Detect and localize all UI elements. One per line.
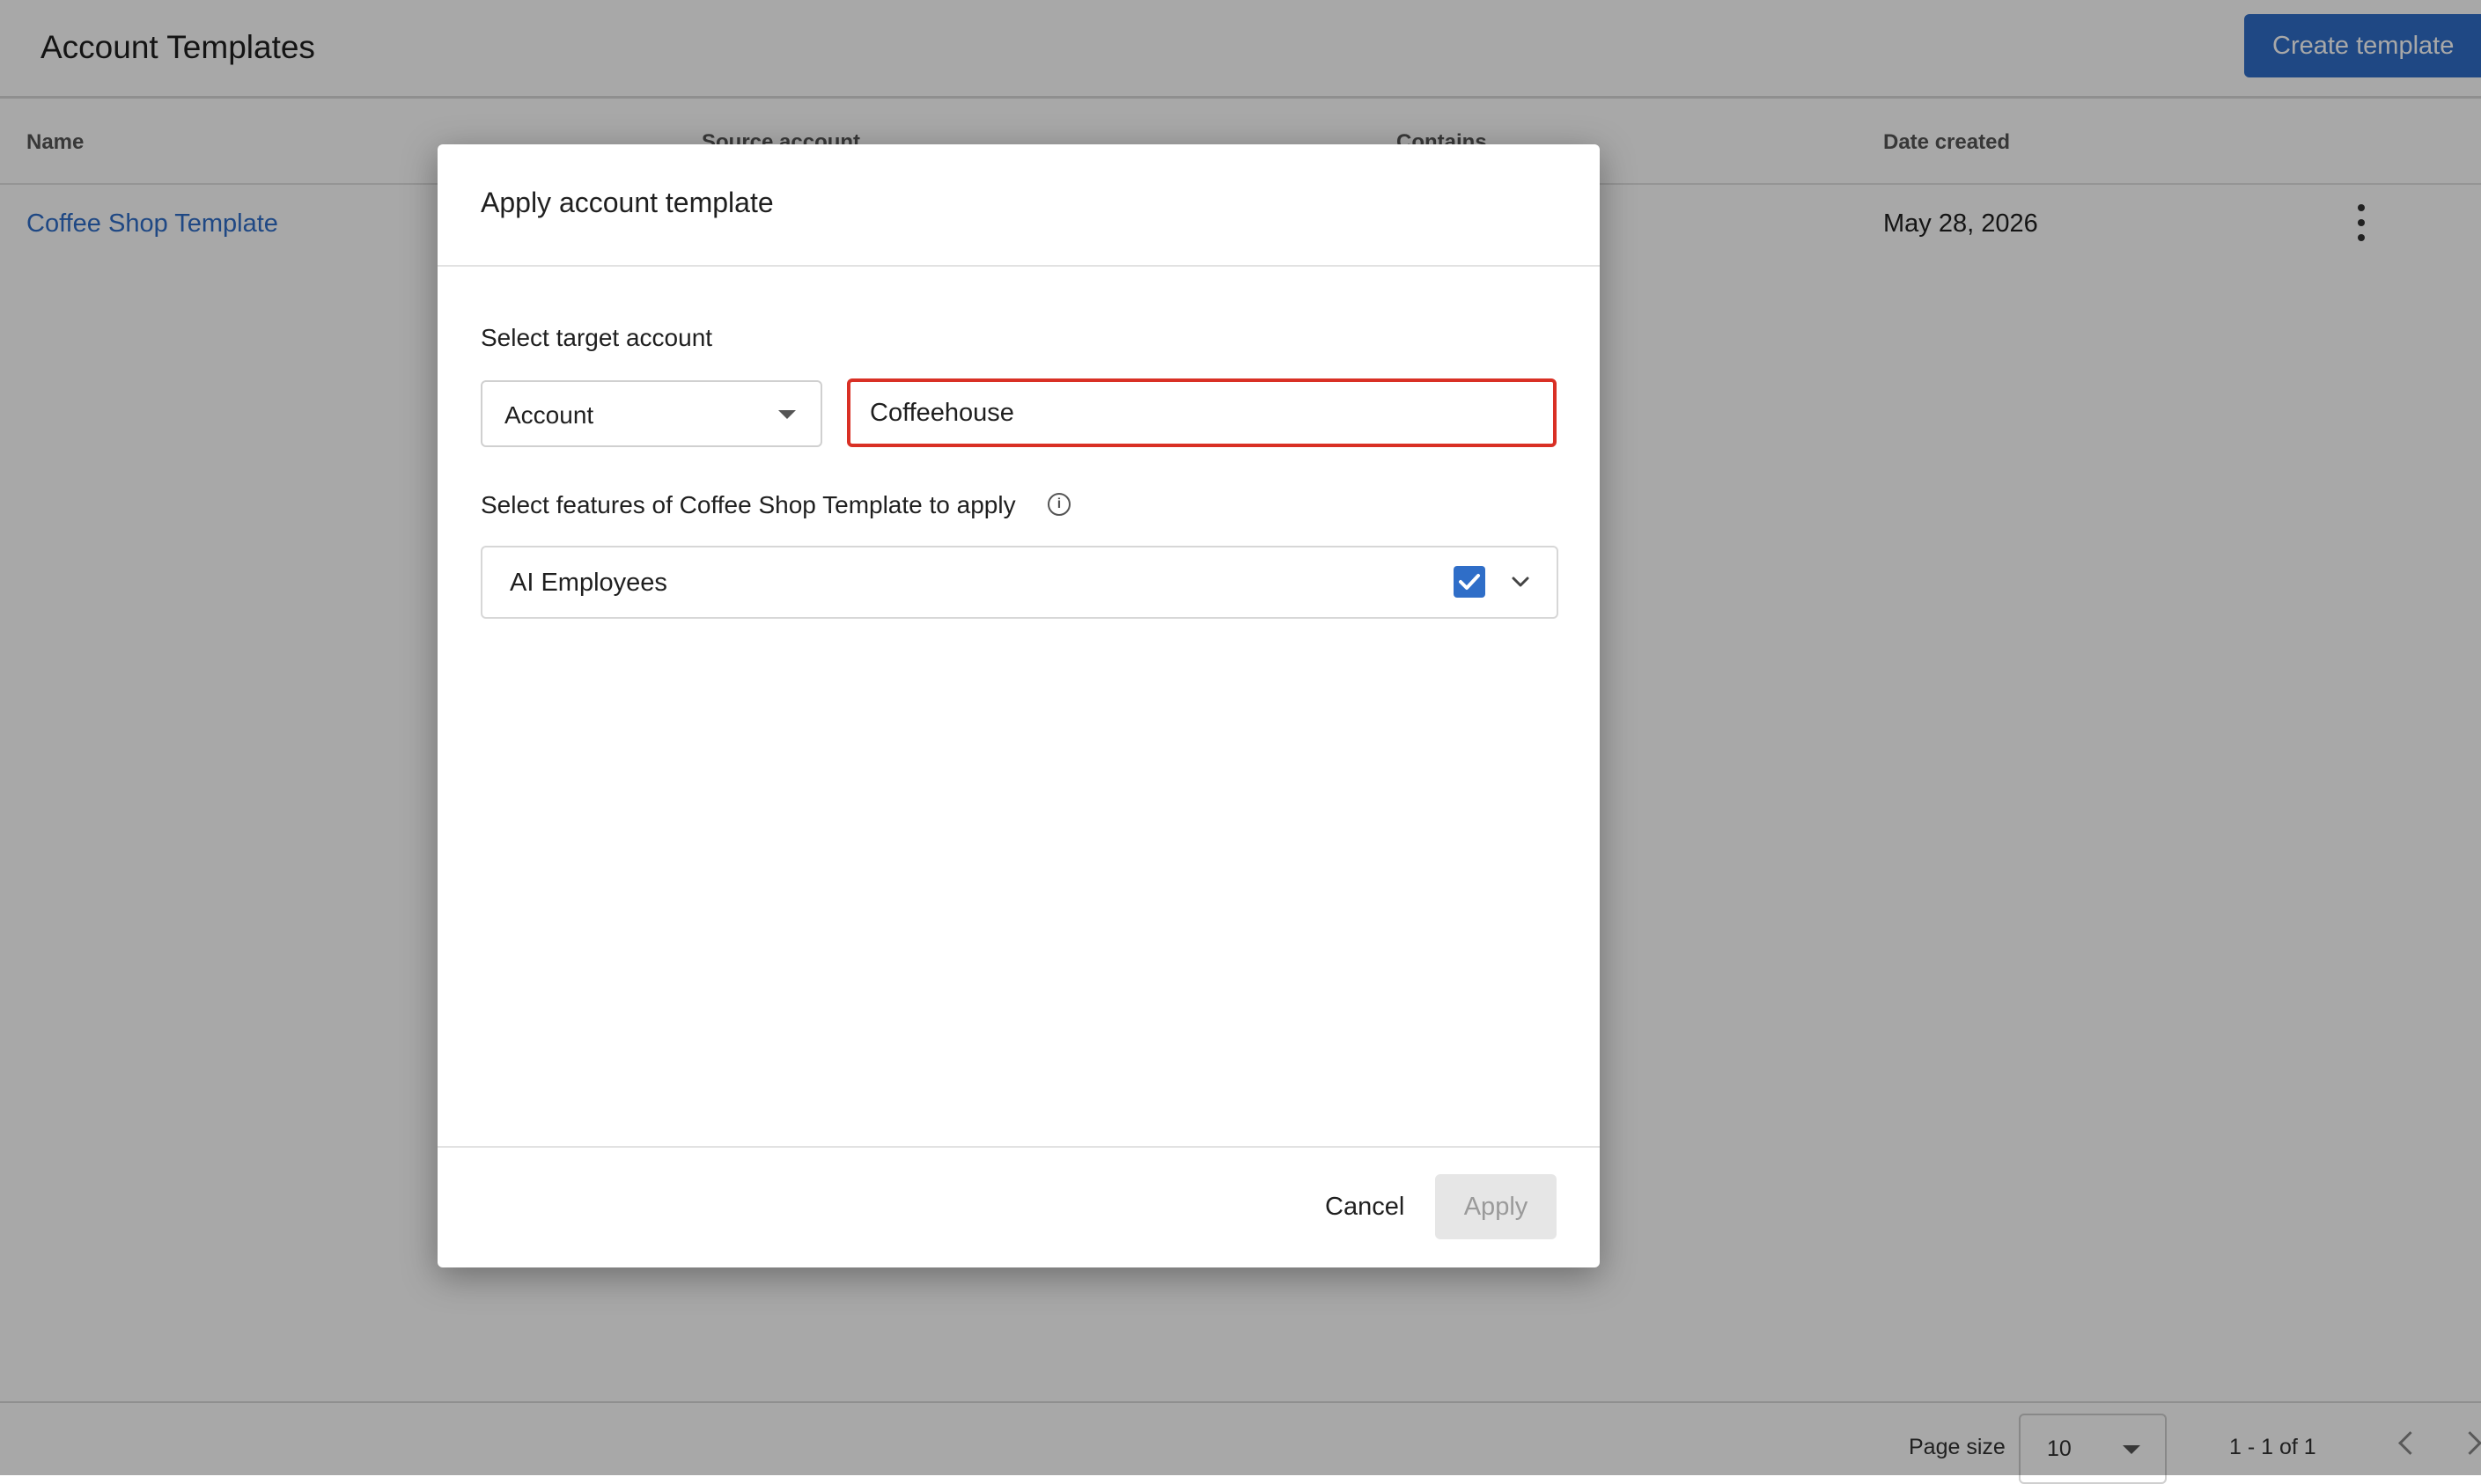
dialog-title: Apply account template	[481, 187, 774, 218]
account-type-value: Account	[504, 401, 594, 429]
cancel-button[interactable]: Cancel	[1309, 1174, 1420, 1239]
checkmark-icon	[1459, 574, 1480, 590]
chevron-down-icon[interactable]	[1506, 567, 1535, 597]
dialog-header: Apply account template	[438, 144, 1600, 267]
target-account-label: Select target account	[481, 324, 713, 351]
apply-template-dialog: Apply account template Select target acc…	[438, 144, 1600, 1267]
account-search-input[interactable]	[847, 378, 1557, 447]
info-icon[interactable]: i	[1048, 493, 1071, 516]
feature-checkbox[interactable]	[1454, 566, 1485, 598]
apply-button[interactable]: Apply	[1435, 1174, 1557, 1239]
feature-label: AI Employees	[510, 569, 667, 597]
features-label: Select features of Coffee Shop Template …	[481, 491, 1016, 518]
account-type-select[interactable]: Account	[481, 380, 822, 447]
dialog-footer: Cancel Apply	[438, 1146, 1600, 1267]
caret-down-icon	[778, 410, 796, 419]
feature-row-ai-employees[interactable]: AI Employees	[481, 546, 1558, 619]
